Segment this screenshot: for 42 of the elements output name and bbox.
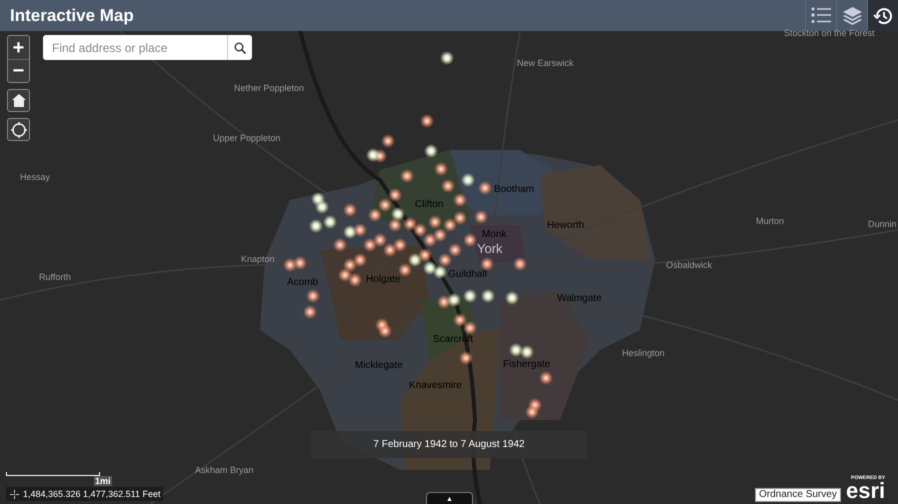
place-label: York (477, 242, 503, 255)
place-label: Acomb (287, 278, 318, 288)
place-label: Micklegate (355, 361, 403, 371)
place-label: Walmgate (557, 294, 602, 304)
app-title: Interactive Map (9, 4, 134, 27)
logo-text: esri (846, 481, 886, 501)
place-label: Knavesmire (409, 381, 462, 391)
place-label: Nether Poppleton (234, 84, 304, 93)
crosshair-icon (10, 490, 19, 498)
place-label: Rufforth (39, 273, 71, 282)
scale-label: 1mi (94, 476, 112, 486)
place-label: Holgate (366, 275, 400, 285)
place-label: Bootham (494, 185, 534, 195)
place-label: Clifton (415, 200, 444, 210)
locate-button[interactable] (7, 118, 30, 141)
zoom-in-button[interactable]: + (8, 36, 29, 59)
zoom-out-button[interactable]: − (8, 59, 29, 82)
place-label: Stockton on the Forest (784, 29, 875, 38)
place-label: Murton (756, 217, 784, 226)
search-icon (234, 42, 246, 54)
crosshair-icon (10, 122, 26, 138)
place-label: Guildhall (448, 270, 487, 280)
place-label: Knapton (241, 255, 275, 264)
layers-icon (842, 6, 862, 24)
place-label: Heslington (622, 349, 665, 358)
list-icon (811, 7, 831, 24)
history-icon (873, 6, 893, 24)
place-label: Hessay (20, 173, 50, 182)
home-button[interactable] (7, 89, 30, 112)
time-extent-text: 7 February 1942 to 7 August 1942 (373, 438, 525, 452)
place-label: New Earswick (517, 59, 574, 68)
place-label: Heworth (547, 221, 584, 231)
home-icon (12, 94, 26, 107)
place-label: Dunnin (868, 220, 897, 229)
place-label: Monk (482, 230, 506, 240)
attribution-text: Ordnance Survey (755, 488, 841, 502)
coordinates-text: 1,484,365.326 1,477,362.511 Feet (23, 490, 162, 498)
place-label: Askham Bryan (195, 466, 254, 475)
toolbar-button[interactable] (867, 0, 898, 31)
place-label: Fishergate (503, 360, 550, 370)
place-label: Upper Poppleton (213, 134, 281, 143)
place-label: Osbaldwick (666, 261, 712, 270)
